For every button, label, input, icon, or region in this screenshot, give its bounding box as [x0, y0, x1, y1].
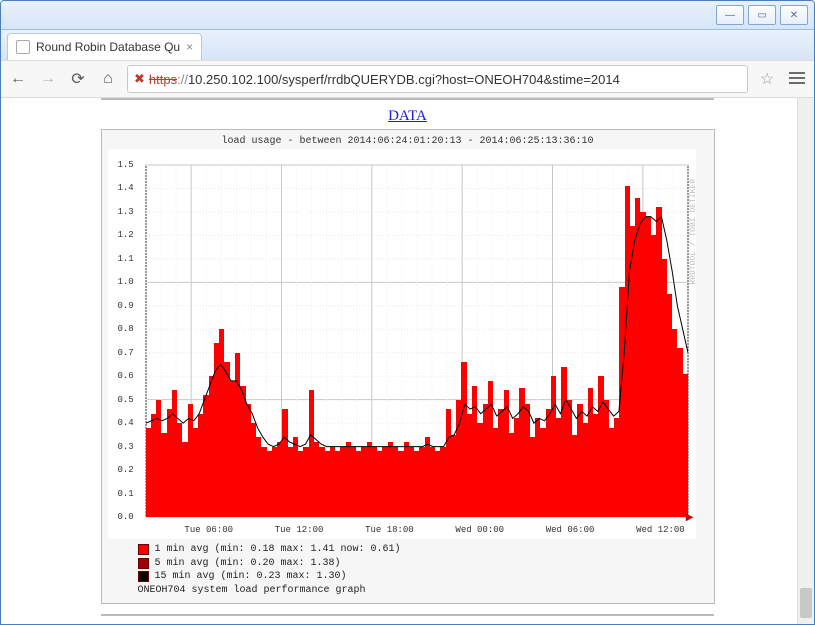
legend-row-15min: 15 min avg (min: 0.23 max: 1.30): [138, 570, 706, 584]
close-icon: ✕: [790, 10, 798, 21]
y-tick-label: 0.8: [118, 324, 134, 334]
plot-area: 0.0 0.1 0.2 0.3 0.4 0.5 0.6 0.7 0.8 0.9 1.0 1.1 1.2 1…: [108, 149, 696, 539]
home-button[interactable]: ⌂: [97, 68, 119, 90]
toolbar: ← → ⟳ ⌂ ✖ https://10.250.102.100/sysperf…: [1, 60, 814, 98]
legend-swatch-icon: [138, 544, 149, 555]
window-maximize-button[interactable]: ▭: [748, 5, 776, 25]
legend-row-5min: 5 min avg (min: 0.20 max: 1.38): [138, 557, 706, 571]
scrollbar-track[interactable]: [797, 98, 814, 624]
reload-icon: ⟳: [71, 69, 84, 89]
browser-tab[interactable]: Round Robin Database Qu ×: [7, 33, 202, 60]
forward-button[interactable]: →: [37, 68, 59, 90]
y-tick-label: 0.2: [118, 465, 134, 475]
legend-text: 15 min avg (min: 0.23 max: 1.30): [155, 570, 347, 584]
y-tick-label: 0.5: [118, 395, 134, 405]
maximize-icon: ▭: [757, 10, 766, 21]
page-content: DATA load usage - between 2014:06:24:01:…: [1, 98, 814, 624]
tab-strip: Round Robin Database Qu ×: [1, 30, 814, 60]
bookmark-button[interactable]: ☆: [756, 68, 778, 90]
window-close-button[interactable]: ✕: [780, 5, 808, 25]
legend-swatch-icon: [138, 571, 149, 582]
ssl-warning-icon: ✖: [134, 71, 145, 87]
y-tick-label: 1.5: [118, 160, 134, 170]
y-tick-label: 0.0: [118, 512, 134, 522]
minimize-icon: —: [725, 10, 735, 21]
y-tick-label: 1.3: [118, 207, 134, 217]
back-button[interactable]: ←: [7, 68, 29, 90]
data-link[interactable]: DATA: [388, 108, 427, 124]
x-tick-label: Tue 18:00: [365, 525, 414, 535]
back-icon: ←: [10, 70, 26, 88]
y-tick-label: 0.9: [118, 301, 134, 311]
y-tick-label: 1.0: [118, 277, 134, 287]
legend-text: 1 min avg (min: 0.18 max: 1.41 now: 0.61…: [155, 543, 401, 557]
divider: [101, 98, 714, 100]
divider: [101, 614, 714, 616]
chart-title: load usage - between 2014:06:24:01:20:13…: [108, 136, 708, 147]
arrow-icon: ▶: [686, 512, 694, 523]
url-scheme: https: [149, 72, 177, 87]
y-tick-label: 1.2: [118, 230, 134, 240]
favicon-icon: [16, 40, 30, 54]
window-minimize-button[interactable]: —: [716, 5, 744, 25]
x-tick-label: Tue 12:00: [275, 525, 324, 535]
y-tick-label: 0.1: [118, 489, 134, 499]
y-tick-label: 0.7: [118, 348, 134, 358]
url-separator: ://: [177, 72, 188, 87]
home-icon: ⌂: [103, 70, 113, 88]
menu-button[interactable]: [786, 68, 808, 90]
x-tick-label: Wed 12:00: [636, 525, 685, 535]
y-tick-label: 0.3: [118, 442, 134, 452]
y-tick-label: 0.6: [118, 371, 134, 381]
legend-row-1min: 1 min avg (min: 0.18 max: 1.41 now: 0.61…: [138, 543, 706, 557]
forward-icon: →: [40, 70, 56, 88]
scrollbar-thumb[interactable]: [800, 588, 812, 618]
browser-window: — ▭ ✕ Round Robin Database Qu × ← → ⟳ ⌂ …: [0, 0, 815, 625]
series-1min-area: [146, 165, 688, 517]
data-link-row: DATA: [21, 108, 794, 125]
rrd-graph: load usage - between 2014:06:24:01:20:13…: [101, 129, 715, 604]
star-icon: ☆: [760, 69, 774, 89]
x-tick-label: Tue 06:00: [184, 525, 233, 535]
reload-button[interactable]: ⟳: [67, 68, 89, 90]
legend: 1 min avg (min: 0.18 max: 1.41 now: 0.61…: [108, 539, 708, 603]
rrdtool-watermark: RRDTOOL / TOBI OETIKER: [689, 179, 698, 285]
url-text: 10.250.102.100/sysperf/rrdbQUERYDB.cgi?h…: [188, 72, 620, 87]
y-tick-label: 1.4: [118, 183, 134, 193]
y-tick-label: 1.1: [118, 254, 134, 264]
window-titlebar: — ▭ ✕: [1, 1, 814, 30]
address-bar[interactable]: ✖ https://10.250.102.100/sysperf/rrdbQUE…: [127, 65, 748, 93]
legend-footer: ONEOH704 system load performance graph: [138, 584, 706, 598]
hamburger-icon: [789, 72, 805, 86]
y-tick-label: 0.4: [118, 418, 134, 428]
tab-close-icon[interactable]: ×: [186, 40, 193, 54]
tab-title: Round Robin Database Qu: [36, 40, 180, 54]
x-tick-label: Wed 00:00: [455, 525, 504, 535]
x-tick-label: Wed 06:00: [546, 525, 595, 535]
page-viewport: DATA load usage - between 2014:06:24:01:…: [1, 98, 814, 624]
legend-swatch-icon: [138, 558, 149, 569]
legend-text: 5 min avg (min: 0.20 max: 1.38): [155, 557, 341, 571]
